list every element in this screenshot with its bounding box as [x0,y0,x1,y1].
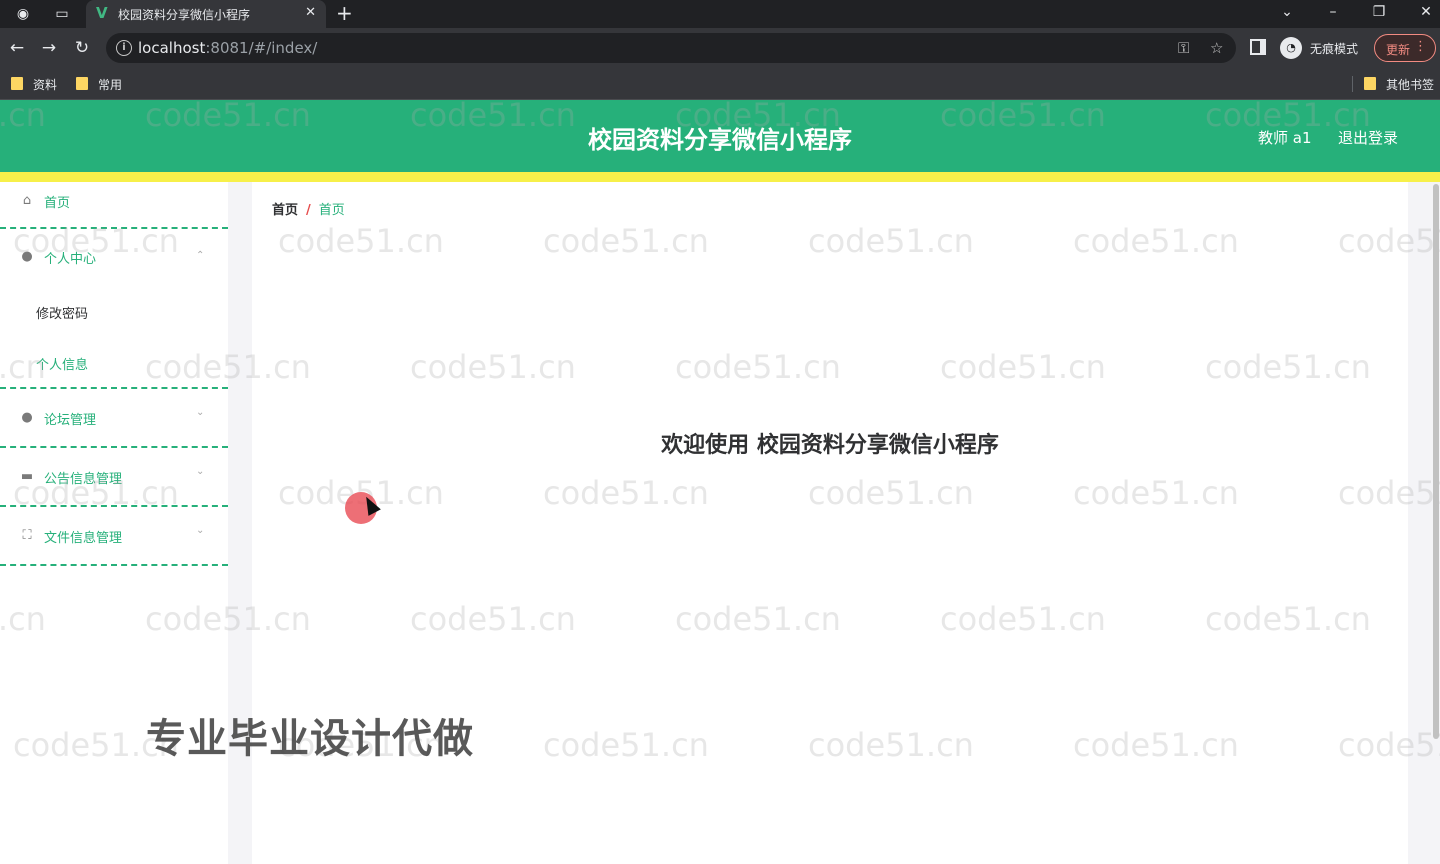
sidebar-item-notice[interactable]: ▬ 公告信息管理 ⌄ [0,466,228,504]
logout-link[interactable]: 退出登录 [1338,127,1398,148]
sidebar-item-forum[interactable]: ● 论坛管理 ⌄ [0,407,228,445]
folder-icon [11,77,23,90]
update-button[interactable]: 更新 ⋮ [1374,34,1436,62]
chevron-down-icon: ⌄ [196,525,205,536]
incognito-avatar-icon[interactable]: ◔ [1280,37,1302,59]
fullscreen-icon: ⛶ [22,528,32,543]
tab-search-icon[interactable]: ▭ [53,5,71,23]
browser-toolbar: ← → ↻ i localhost:8081/#/index/ ⚿ ☆ ◔ 无痕… [0,28,1440,68]
sidebar-subitem-personal-info[interactable]: 个人信息 [36,354,88,373]
browser-tab[interactable]: V 校园资料分享微信小程序 ✕ [86,0,326,28]
breadcrumb: 首页 / 首页 [272,199,345,218]
site-info-icon[interactable]: i [116,40,132,56]
app-header: 校园资料分享微信小程序 教师 a1 退出登录 [0,100,1440,172]
sidebar-item-home[interactable]: ⌂ 首页 [0,192,228,228]
close-window-icon[interactable]: ✕ [1416,2,1436,22]
page-scrollbar[interactable] [1408,182,1440,864]
current-user: 教师 a1 [1258,129,1312,147]
welcome-message: 欢迎使用 校园资料分享微信小程序 [661,433,999,458]
home-icon: ⌂ [22,193,32,208]
restore-icon[interactable]: ❐ [1369,2,1389,22]
user-icon: ● [21,410,33,425]
tab-title: 校园资料分享微信小程序 [118,8,251,22]
divider [0,446,228,448]
breadcrumb-current: 首页 [318,203,345,218]
app-title: 校园资料分享微信小程序 [588,126,852,154]
forward-icon[interactable]: → [38,37,60,59]
globe-icon[interactable]: ◉ [14,5,32,23]
key-icon[interactable]: ⚿ [1178,38,1189,58]
promo-overlay-text: 专业毕业设计代做 [146,716,474,762]
chevron-down-icon: ⌄ [196,466,205,477]
divider [0,227,228,229]
folder-icon [1364,77,1376,90]
chevron-down-icon: ⌄ [196,407,205,418]
divider [0,505,228,507]
sidebar-subitem-change-password[interactable]: 修改密码 [36,303,88,322]
vue-favicon-icon: V [96,4,108,22]
briefcase-icon: ▬ [20,469,34,484]
more-menu-icon: ⋮ [1414,39,1427,54]
new-tab-icon[interactable]: + [336,2,353,24]
tab-close-icon[interactable]: ✕ [305,4,316,22]
user-icon: ● [21,249,33,264]
reload-icon[interactable]: ↻ [71,37,93,59]
chevron-up-icon: ⌃ [196,250,205,261]
header-accent-bar [0,172,1440,182]
bookmark-separator [1352,76,1353,92]
update-label: 更新 [1386,43,1411,57]
bookmarks-bar: 资料 常用 其他书签 [0,68,1440,100]
side-panel-icon[interactable] [1250,39,1266,55]
divider [0,387,228,389]
divider [0,564,228,566]
folder-icon [76,77,88,90]
sidebar-item-personal-center[interactable]: ● 个人中心 ⌃ [0,248,228,284]
url-text[interactable]: localhost:8081/#/index/ [138,39,317,57]
bookmark-star-icon[interactable]: ☆ [1210,38,1223,58]
address-bar[interactable]: i localhost:8081/#/index/ ⚿ ☆ [106,33,1236,63]
breadcrumb-home[interactable]: 首页 [272,203,298,218]
sidebar-item-files[interactable]: ⛶ 文件信息管理 ⌄ [0,525,228,563]
incognito-label[interactable]: 无痕模式 [1310,40,1358,57]
tab-list-chevron-icon[interactable]: ⌄ [1277,2,1297,22]
browser-tab-strip: ◉ ▭ V 校园资料分享微信小程序 ✕ + ⌄ – ❐ ✕ [0,0,1440,28]
breadcrumb-separator: / [306,203,311,218]
back-icon[interactable]: ← [6,37,28,59]
minimize-icon[interactable]: – [1323,2,1343,22]
scrollbar-thumb[interactable] [1433,184,1439,739]
